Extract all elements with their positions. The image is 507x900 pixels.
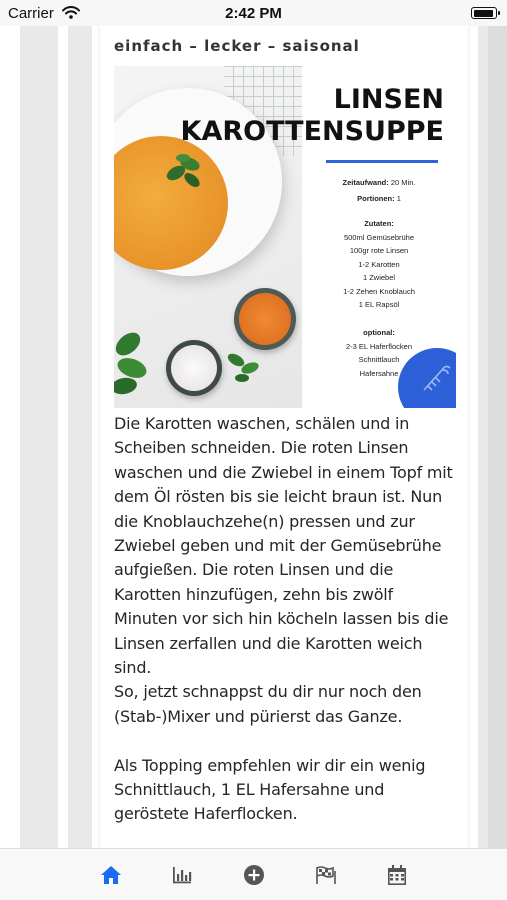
tab-calendar[interactable] <box>385 863 409 887</box>
home-icon <box>101 866 121 884</box>
ingredients-heading: Zutaten: <box>364 219 394 228</box>
ingredients-list: Zutaten: 500ml Gemüsebrühe 100gr rote Li… <box>302 219 456 311</box>
instructions-text-2: So, jetzt schnappst du dir nur noch den … <box>114 682 422 726</box>
ingredient-item: 1-2 Karotten <box>358 259 400 269</box>
background-stripe <box>20 26 58 848</box>
herb-sprig-icon <box>227 353 259 382</box>
ingredient-item: 500ml Gemüsebrühe <box>343 232 415 242</box>
ingredient-item: 1 EL Rapsöl <box>358 300 400 309</box>
parsley-leaves-icon <box>114 332 147 395</box>
ingredient-item: 100gr rote Linsen <box>349 246 409 255</box>
calendar-icon <box>387 865 406 885</box>
ingredient-item: 1-2 Zehen Knoblauch <box>343 286 415 296</box>
recipe-title: LINSEN KAROTTENSUPPE <box>181 84 444 148</box>
time-label: Zeitaufwand: <box>342 178 389 187</box>
tab-bar <box>0 848 507 900</box>
ingredient-item: 1 Zwiebel <box>362 273 396 282</box>
topping-text: Als Topping empfehlen wir dir ein wenig … <box>114 755 426 824</box>
salt-bowl <box>166 340 222 396</box>
bar-chart-icon <box>173 867 192 884</box>
title-underline <box>326 160 438 163</box>
time-info: Zeitaufwand: 20 Min. <box>302 178 456 189</box>
flags-icon <box>316 866 336 884</box>
recipe-title-line1: LINSEN <box>333 84 444 115</box>
recipe-image: LINSEN KAROTTENSUPPE Zeitaufwand: 20 Min… <box>114 66 456 408</box>
lentil-bowl <box>234 288 296 350</box>
portions-info: Portionen: 1 <box>302 194 456 205</box>
battery-icon <box>471 7 500 19</box>
recipe-title-line2: KAROTTENSUPPE <box>180 116 444 147</box>
tab-statistics[interactable] <box>170 863 194 887</box>
recipe-card[interactable]: einfach – lecker – saisonal LINSEN KAROT… <box>100 26 468 848</box>
carrot-logo-icon <box>423 365 451 391</box>
plus-circle-icon <box>244 865 264 885</box>
optional-heading: optional: <box>363 328 395 337</box>
tab-goals[interactable] <box>314 863 338 887</box>
battery-level <box>473 9 493 17</box>
background-stripe <box>68 26 92 848</box>
recipe-instructions: Die Karotten waschen, schälen und in Sch… <box>114 412 456 827</box>
portions-label: Portionen: <box>357 194 395 203</box>
tab-home[interactable] <box>99 863 123 887</box>
instructions-text: Die Karotten waschen, schälen und in Sch… <box>114 414 453 678</box>
status-time: 2:42 PM <box>225 5 282 22</box>
status-bar: Carrier 2:42 PM <box>0 0 507 26</box>
recipe-info-panel: LINSEN KAROTTENSUPPE Zeitaufwand: 20 Min… <box>181 66 456 408</box>
parsley-garnish-icon <box>166 154 200 187</box>
time-value: 20 Min. <box>390 178 416 187</box>
portions-value: 1 <box>396 194 401 203</box>
tab-add[interactable] <box>242 863 266 887</box>
recipe-subtitle: einfach – lecker – saisonal <box>114 37 360 55</box>
background-stripe <box>488 26 507 848</box>
background-stripe <box>478 26 488 848</box>
